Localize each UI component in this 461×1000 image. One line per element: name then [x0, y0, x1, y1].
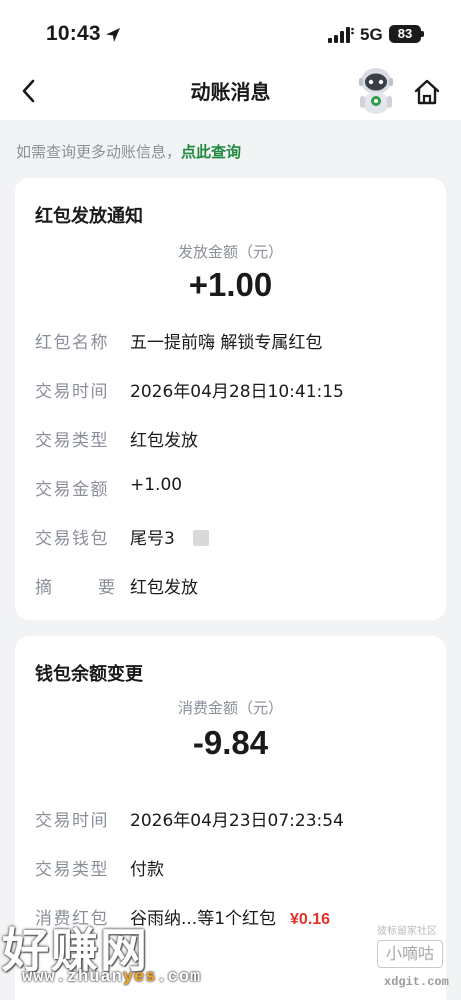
detail-row: 交易时间 2026年04月28日10:41:15: [35, 377, 435, 402]
watermark-small-text: 彼标留家社区: [377, 926, 437, 937]
row-label: 交易类型: [35, 431, 109, 451]
watermark-url: www.zhuanyes.com: [22, 968, 201, 987]
watermark-url-2: xdgit.com: [384, 975, 449, 989]
row-value: +1.00: [130, 475, 183, 495]
row-value: 谷雨纳...等1个红包 ¥0.16: [130, 904, 330, 929]
amount-value: +1.00: [188, 266, 273, 303]
nav-bar: 动账消息: [0, 62, 461, 120]
watermark-url-post: .com: [156, 968, 202, 987]
battery-icon: 83: [389, 25, 421, 43]
amount-label: 消费金额（元）: [177, 699, 283, 717]
detail-row: 摘 要 红包发放: [35, 573, 435, 598]
home-icon[interactable]: [412, 78, 442, 106]
card-title: 钱包余额变更: [35, 664, 143, 685]
amount-label: 发放金额（元）: [177, 243, 283, 261]
row-value: 2026年04月23日07:23:54: [130, 811, 344, 831]
card-title: 红包发放通知: [35, 206, 143, 227]
amount-value: -9.84: [192, 724, 269, 761]
detail-row: 交易类型 付款: [35, 855, 435, 880]
location-arrow-icon: [106, 28, 120, 42]
watermark-url-highlight: yes: [122, 968, 157, 987]
row-value: 尾号3: [130, 524, 209, 549]
watermark-box: 小嘀咕: [377, 940, 443, 968]
robot-assistant-icon[interactable]: [354, 66, 398, 116]
row-label: 交易钱包: [35, 529, 109, 549]
status-time: 10:43: [46, 22, 101, 45]
copy-icon[interactable]: [192, 530, 209, 546]
red-packet-notice-card: 红包发放通知 发放金额（元） +1.00 红包名称 五一提前嗨 解锁专属红包 交…: [15, 178, 446, 620]
row-value: 2026年04月28日10:41:15: [130, 382, 344, 402]
row-label: 交易金额: [35, 480, 109, 500]
status-bar: 10:43 5G 83: [0, 0, 461, 62]
detail-row: 交易类型 红包发放: [35, 426, 435, 451]
detail-row: 交易钱包 尾号3: [35, 524, 435, 549]
detail-row: 交易时间 2026年04月23日07:23:54: [35, 806, 435, 831]
query-link[interactable]: 点此查询: [181, 143, 241, 161]
watermark-url-pre: www.zhuan: [22, 968, 123, 987]
detail-row: 交易金额 +1.00: [35, 475, 435, 500]
row-value: 红包发放: [130, 431, 198, 451]
wallet-tail: 尾号3: [130, 529, 175, 549]
row-label: 交易时间: [35, 382, 109, 402]
row-value: 付款: [130, 860, 164, 880]
row-label: 红包名称: [35, 333, 109, 353]
row-label: 摘 要: [35, 573, 115, 598]
query-hint: 如需查询更多动账信息，点此查询: [16, 141, 241, 162]
coupon-amount: ¥0.16: [290, 911, 331, 928]
coupon-text: 谷雨纳...等1个红包: [130, 909, 277, 929]
row-label-left: 摘: [35, 578, 52, 598]
signal-icon: [328, 27, 354, 43]
row-label: 交易类型: [35, 860, 109, 880]
query-hint-text: 如需查询更多动账信息，: [16, 143, 182, 161]
detail-row: 红包名称 五一提前嗨 解锁专属红包: [35, 328, 435, 353]
row-label: 交易时间: [35, 811, 109, 831]
row-label-right: 要: [98, 578, 115, 598]
network-label: 5G: [360, 25, 383, 44]
row-value: 五一提前嗨 解锁专属红包: [130, 333, 323, 353]
battery-tip: [421, 31, 424, 37]
row-value: 红包发放: [130, 578, 198, 598]
